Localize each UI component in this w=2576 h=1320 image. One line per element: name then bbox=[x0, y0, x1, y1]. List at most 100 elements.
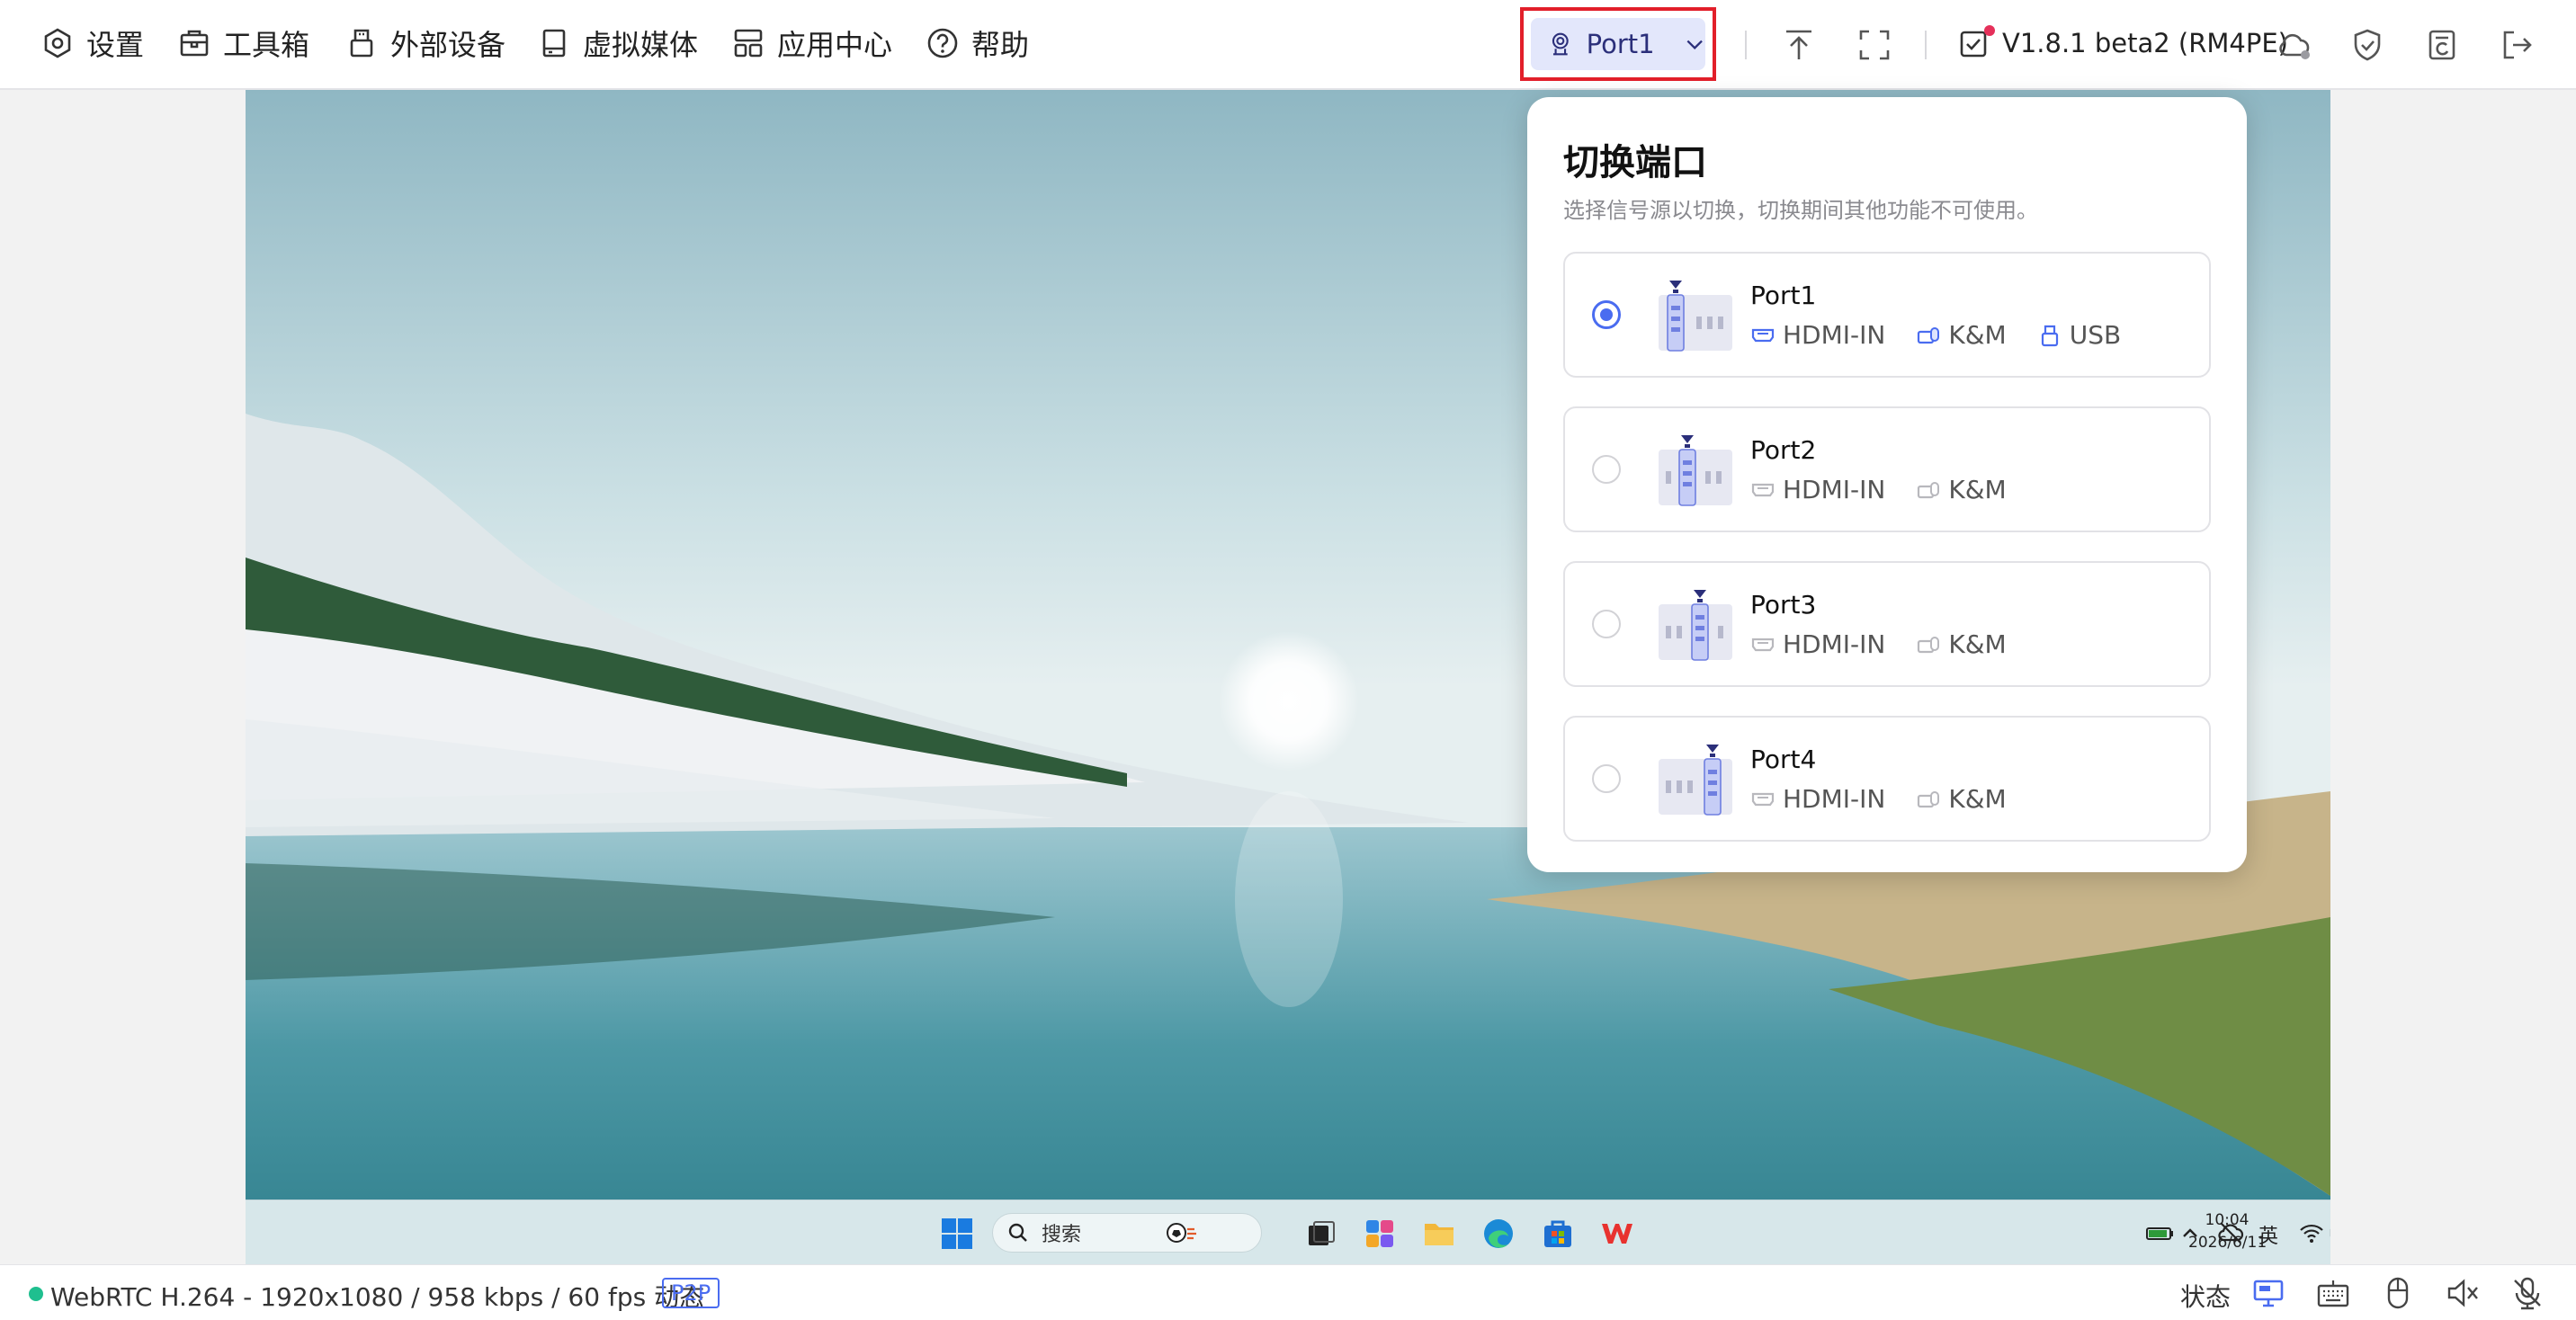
windows-start-icon[interactable] bbox=[940, 1217, 974, 1251]
reboot-button[interactable] bbox=[2419, 22, 2466, 68]
usb-icon bbox=[2041, 325, 2058, 346]
kvm-device-icon bbox=[1659, 590, 1732, 661]
menu-peripherals[interactable]: 外部设备 bbox=[345, 0, 505, 86]
kvm-device-icon bbox=[1659, 281, 1732, 352]
speaker-muted-icon bbox=[2447, 1279, 2478, 1307]
pin-top-button[interactable] bbox=[1775, 22, 1822, 68]
p2p-badge: P2P bbox=[662, 1278, 720, 1308]
taskbar-search[interactable]: 搜索 bbox=[992, 1213, 1262, 1253]
help-icon bbox=[927, 28, 958, 58]
port-switch-button[interactable]: Port1 bbox=[1520, 7, 1716, 81]
arrow-to-top-icon bbox=[1786, 30, 1811, 59]
tag-label: USB bbox=[2069, 320, 2122, 350]
monitor-icon bbox=[2253, 1280, 2284, 1307]
port-option-1[interactable]: Port1 HDMI-IN K&M USB bbox=[1563, 252, 2211, 378]
fullscreen-icon bbox=[1859, 30, 1890, 60]
kvm-device-icon bbox=[1659, 435, 1732, 506]
soccer-ball-icon bbox=[1167, 1223, 1197, 1243]
disk-icon bbox=[542, 29, 566, 58]
mouse-icon bbox=[2387, 1277, 2409, 1309]
tag-km: K&M bbox=[1916, 784, 2007, 814]
keyboard-mouse-icon bbox=[1918, 481, 1940, 498]
tag-hdmi-in: HDMI-IN bbox=[1750, 629, 1885, 659]
logout-button[interactable] bbox=[2493, 22, 2540, 68]
menu-toolbox-label: 工具箱 bbox=[223, 28, 310, 62]
menu-settings-label: 设置 bbox=[86, 28, 145, 62]
keyboard-status-button[interactable] bbox=[2315, 1274, 2351, 1312]
security-button[interactable] bbox=[2344, 22, 2391, 68]
menu-help[interactable]: 帮助 bbox=[926, 0, 1029, 86]
port-radio-selected[interactable] bbox=[1592, 300, 1621, 329]
tag-label: K&M bbox=[1948, 320, 2007, 350]
version-info[interactable]: V1.8.1 beta2 (RM4PE) bbox=[1957, 0, 2288, 86]
taskbar-search-placeholder: 搜索 bbox=[1042, 1224, 1082, 1246]
battery-icon[interactable] bbox=[2145, 1222, 2176, 1244]
toolbar-divider bbox=[1745, 31, 1747, 59]
top-toolbar: 设置 工具箱 外部设备 虚拟媒体 应用中心 帮助 Port1 V1.8.1 be… bbox=[0, 0, 2576, 90]
toolbar-divider bbox=[1925, 31, 1927, 59]
port-name: Port1 bbox=[1750, 281, 1817, 310]
notification-bell-icon[interactable] bbox=[2284, 1220, 2309, 1245]
hdmi-icon bbox=[1751, 792, 1775, 806]
kvm-device-icon bbox=[1659, 745, 1732, 816]
menu-toolbox[interactable]: 工具箱 bbox=[178, 0, 309, 86]
tag-km: K&M bbox=[1916, 475, 2007, 504]
copilot-icon[interactable] bbox=[1363, 1217, 1397, 1251]
file-explorer-icon[interactable] bbox=[1422, 1217, 1456, 1251]
tag-label: HDMI-IN bbox=[1783, 475, 1886, 504]
port-radio[interactable] bbox=[1592, 764, 1621, 793]
tag-label: K&M bbox=[1948, 475, 2007, 504]
volume-icon[interactable] bbox=[2329, 1222, 2330, 1244]
menu-help-label: 帮助 bbox=[971, 28, 1030, 62]
menu-peripherals-label: 外部设备 bbox=[390, 28, 506, 62]
toolbox-icon bbox=[180, 30, 209, 57]
tag-hdmi-in: HDMI-IN bbox=[1750, 784, 1885, 814]
tag-km: K&M bbox=[1916, 629, 2007, 659]
status-label[interactable]: 状态 bbox=[2180, 1278, 2231, 1314]
popup-subtitle: 选择信号源以切换，切换期间其他功能不可使用。 bbox=[1563, 198, 2038, 223]
fullscreen-button[interactable] bbox=[1851, 22, 1898, 68]
mouse-status-button[interactable] bbox=[2380, 1274, 2416, 1312]
menu-virtual-media-label: 虚拟媒体 bbox=[583, 28, 699, 62]
store-icon[interactable] bbox=[1541, 1217, 1575, 1251]
keyboard-icon bbox=[2317, 1280, 2349, 1307]
cloud-button[interactable] bbox=[2270, 22, 2317, 68]
tag-label: HDMI-IN bbox=[1783, 629, 1886, 659]
screen-status-button[interactable] bbox=[2250, 1274, 2286, 1312]
keyboard-mouse-icon bbox=[1918, 790, 1940, 807]
tag-usb: USB bbox=[2037, 320, 2121, 350]
clock-time: 10:04 bbox=[2205, 1211, 2250, 1229]
tag-hdmi-in: HDMI-IN bbox=[1750, 475, 1885, 504]
hdmi-icon bbox=[1751, 638, 1775, 651]
port-option-4[interactable]: Port4 HDMI-IN K&M bbox=[1563, 716, 2211, 842]
menu-app-center[interactable]: 应用中心 bbox=[732, 0, 892, 86]
cloud-icon bbox=[2279, 33, 2310, 59]
port-radio[interactable] bbox=[1592, 610, 1621, 638]
port-switch-label: Port1 bbox=[1586, 29, 1655, 59]
port-option-2[interactable]: Port2 HDMI-IN K&M bbox=[1563, 406, 2211, 532]
port-name: Port4 bbox=[1750, 745, 1817, 774]
taskbar-clock[interactable]: 10:04 2026/6/11 bbox=[2188, 1209, 2267, 1254]
stream-info: WebRTC H.264 - 1920x1080 / 958 kbps / 60… bbox=[50, 1282, 705, 1312]
speaker-status-button[interactable] bbox=[2445, 1274, 2481, 1312]
usb-device-icon bbox=[350, 29, 373, 58]
port-radio[interactable] bbox=[1592, 455, 1621, 484]
task-view-icon[interactable] bbox=[1303, 1217, 1337, 1251]
popup-title: 切换端口 bbox=[1563, 142, 1707, 183]
menu-settings[interactable]: 设置 bbox=[41, 0, 144, 86]
search-icon bbox=[1008, 1223, 1027, 1242]
port-name: Port3 bbox=[1750, 590, 1817, 620]
chevron-down-icon bbox=[1686, 40, 1703, 49]
port-option-3[interactable]: Port3 HDMI-IN K&M bbox=[1563, 561, 2211, 687]
hdmi-icon bbox=[1751, 483, 1775, 496]
tag-hdmi-in: HDMI-IN bbox=[1750, 320, 1885, 350]
wps-office-icon[interactable] bbox=[1600, 1217, 1634, 1251]
menu-virtual-media[interactable]: 虚拟媒体 bbox=[538, 0, 698, 86]
tag-label: HDMI-IN bbox=[1783, 320, 1886, 350]
edge-browser-icon[interactable] bbox=[1481, 1217, 1516, 1251]
tag-km: K&M bbox=[1916, 320, 2007, 350]
keyboard-mouse-icon bbox=[1918, 636, 1940, 653]
restart-icon bbox=[2428, 30, 2455, 60]
microphone-status-button[interactable] bbox=[2509, 1274, 2545, 1312]
tag-label: K&M bbox=[1948, 629, 2007, 659]
